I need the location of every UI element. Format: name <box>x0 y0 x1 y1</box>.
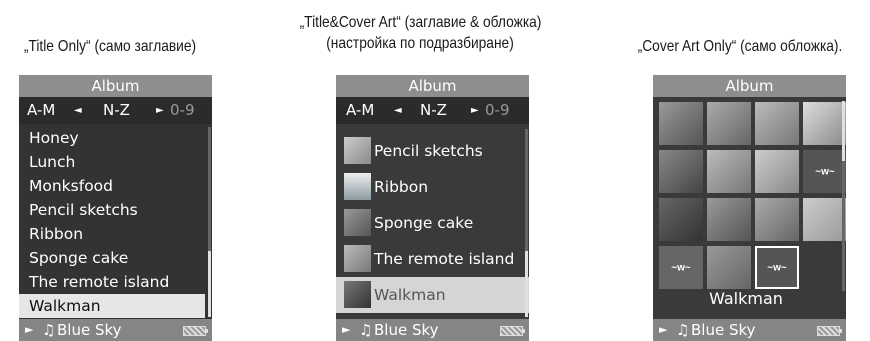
tab-bar: A-M ◄ N-Z ► 0-9 <box>19 97 212 124</box>
cover-tile[interactable]: ~w~ <box>803 150 846 193</box>
now-playing-bar: ► ♫ Blue Sky <box>336 319 529 341</box>
list-item-label: Ribbon <box>374 178 429 196</box>
tab-0-9[interactable]: 0-9 <box>170 101 195 119</box>
list-item[interactable]: Sponge cake <box>336 205 529 241</box>
triangle-right-icon[interactable]: ► <box>156 105 164 116</box>
walkman-logo-icon: ~w~ <box>815 166 835 177</box>
cover-thumbnail <box>344 245 371 272</box>
cover-tile[interactable] <box>659 198 703 241</box>
cover-thumbnail <box>344 281 371 308</box>
scrollbar-thumb[interactable] <box>842 101 845 161</box>
cover-tile[interactable] <box>659 102 703 145</box>
list-item-label: Walkman <box>374 286 446 304</box>
cover-tile[interactable] <box>659 150 703 193</box>
cover-tile[interactable]: ~w~ <box>659 246 703 289</box>
list-item[interactable]: The remote island <box>336 241 529 277</box>
music-note-icon: ♫ <box>42 321 56 339</box>
walkman-logo-icon: ~w~ <box>767 262 787 273</box>
cover-tile[interactable] <box>755 198 799 241</box>
cover-thumbnail <box>344 209 371 236</box>
caption-title-only: „Title Only“ (само заглавие) <box>23 38 197 55</box>
cover-tile-selected[interactable]: ~w~ <box>755 246 799 289</box>
play-icon: ► <box>659 323 668 336</box>
list-item-label: Sponge cake <box>374 214 474 232</box>
tab-bar: A-M ◄ N-Z ► 0-9 <box>336 97 529 124</box>
cover-tile[interactable] <box>803 198 846 241</box>
walkman-logo-icon: ~w~ <box>671 262 691 273</box>
tab-n-z[interactable]: N-Z <box>103 101 130 119</box>
list-item[interactable]: Ribbon <box>336 169 529 205</box>
cover-tile[interactable] <box>707 102 751 145</box>
list-item-label: The remote island <box>374 250 515 268</box>
screen-title-cover: Album A-M ◄ N-Z ► 0-9 Pencil sketchs Rib… <box>336 75 529 341</box>
tab-a-m[interactable]: A-M <box>27 101 55 119</box>
cover-tile[interactable] <box>707 198 751 241</box>
music-note-icon: ♫ <box>359 321 373 339</box>
scrollbar-thumb[interactable] <box>208 251 211 317</box>
cover-thumbnail <box>344 173 371 200</box>
album-title-bar: Album <box>653 75 846 97</box>
list-item[interactable]: Sponge cake <box>19 246 205 270</box>
album-title-bar: Album <box>336 75 529 97</box>
caption-title-cover-line1: „Title&Cover Art“ (заглавие & обложка) <box>299 14 542 31</box>
caption-cover-only: „Cover Art Only“ (само обложка). <box>637 38 843 55</box>
cover-tile[interactable] <box>707 246 751 289</box>
tab-n-z[interactable]: N-Z <box>420 101 447 119</box>
battery-icon <box>183 326 208 336</box>
play-icon: ► <box>342 323 351 336</box>
list-item[interactable]: Ribbon <box>19 222 205 246</box>
caption-title-cover-line2: (настройка по подразбиране) <box>326 35 514 52</box>
cover-thumbnail <box>344 137 371 164</box>
list-item-selected[interactable]: Walkman <box>19 294 205 318</box>
list-item-selected[interactable]: Walkman <box>336 277 529 313</box>
list-item[interactable]: Lunch <box>19 150 205 174</box>
screen-cover-only: Album ~w~ ~w~ ~w~ Walkman ► ♫ Blue Sky <box>653 75 846 341</box>
cover-tile[interactable] <box>707 150 751 193</box>
screen-title-only: Album A-M ◄ N-Z ► 0-9 Honey Lunch Monksf… <box>19 75 212 341</box>
list-item[interactable]: Honey <box>19 126 205 150</box>
list-item[interactable]: Pencil sketchs <box>336 133 529 169</box>
album-title-bar: Album <box>19 75 212 97</box>
triangle-left-icon[interactable]: ◄ <box>74 105 82 116</box>
list-item[interactable]: Monksfood <box>19 174 205 198</box>
triangle-left-icon[interactable]: ◄ <box>394 105 402 116</box>
selected-album-label: Walkman <box>709 289 783 308</box>
list-item[interactable]: The remote island <box>19 270 205 294</box>
list-item-label: Pencil sketchs <box>374 142 483 160</box>
battery-icon <box>817 326 842 336</box>
scrollbar-thumb[interactable] <box>525 251 528 317</box>
cover-tile[interactable] <box>755 150 799 193</box>
play-icon: ► <box>25 323 34 336</box>
cover-grid: ~w~ ~w~ ~w~ <box>653 97 846 295</box>
cover-tile[interactable] <box>755 102 799 145</box>
cover-tile[interactable] <box>803 102 846 145</box>
now-playing-title: Blue Sky <box>374 321 439 339</box>
list-item[interactable]: Pencil sketchs <box>19 198 205 222</box>
now-playing-bar: ► ♫ Blue Sky <box>653 319 846 341</box>
now-playing-title: Blue Sky <box>691 321 756 339</box>
tab-0-9[interactable]: 0-9 <box>485 101 510 119</box>
now-playing-bar: ► ♫ Blue Sky <box>19 319 212 341</box>
music-note-icon: ♫ <box>676 321 690 339</box>
tab-a-m[interactable]: A-M <box>346 101 374 119</box>
battery-icon <box>500 326 525 336</box>
now-playing-title: Blue Sky <box>57 321 122 339</box>
triangle-right-icon[interactable]: ► <box>471 105 479 116</box>
